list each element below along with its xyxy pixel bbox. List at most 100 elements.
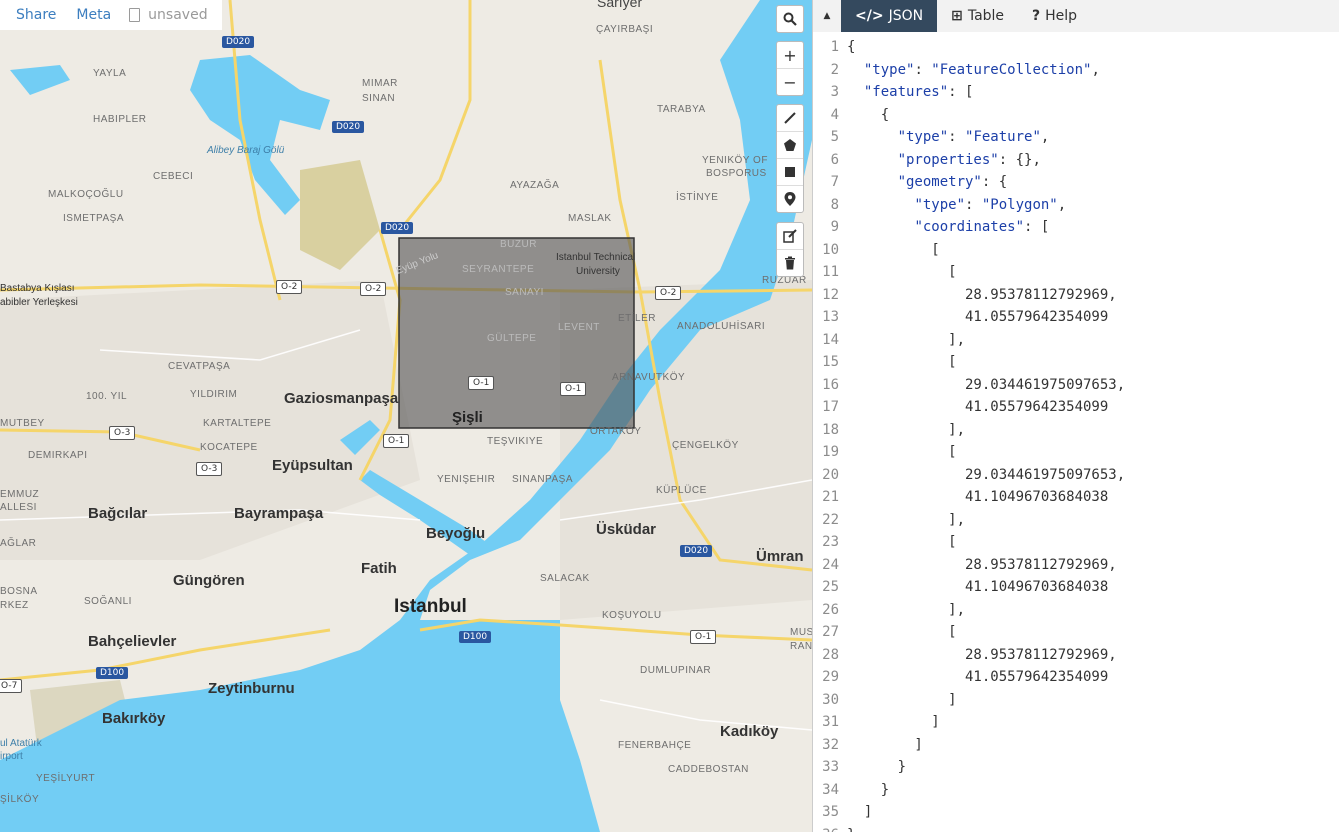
label-tesvikiye: TEŞVIKIYE — [487, 436, 544, 447]
code-line: 10 [ — [813, 239, 1339, 262]
code-text: [ — [847, 624, 957, 640]
road-shield: O-1 — [560, 382, 587, 396]
label-mutbey: MUTBEY — [0, 418, 45, 429]
code-line: 24 28.95378112792969, — [813, 554, 1339, 577]
label-dumlupinar: DUMLUPINAR — [640, 665, 712, 676]
code-text: } — [847, 759, 907, 775]
draw-line-icon[interactable] — [777, 105, 803, 132]
code-text: "features": [ — [863, 84, 974, 100]
line-number: 8 — [830, 196, 839, 213]
label-ismetpasa: ISMETPAŞA — [63, 213, 124, 224]
tab-json[interactable]: </> JSON — [841, 0, 938, 32]
label-sinan: SINAN — [362, 93, 396, 104]
code-icon: </> — [855, 8, 884, 24]
draw-rectangle-icon[interactable] — [777, 159, 803, 186]
code-text: "type": "Feature", — [897, 129, 1050, 145]
save-status: unsaved — [111, 7, 208, 23]
code-line: 21 41.10496703684038 — [813, 486, 1339, 509]
search-control[interactable] — [776, 5, 804, 33]
code-line: 27 [ — [813, 621, 1339, 644]
label-alibey-lake: Alibey Baraj Gölü — [207, 145, 285, 156]
line-number: 15 — [822, 354, 839, 370]
line-number: 27 — [822, 624, 839, 640]
label-sanayi: SANAYI — [505, 287, 544, 298]
city-eyupsultan: Eyüpsultan — [272, 457, 353, 474]
label-bosna: BOSNA — [0, 586, 38, 597]
poi-ataturk: ul Atatürk — [0, 738, 42, 749]
city-bayrampasa: Bayrampaşa — [234, 505, 324, 522]
city-zeytinburnu: Zeytinburnu — [208, 680, 295, 697]
code-line: 1{ — [813, 36, 1339, 59]
zoom-out-button[interactable]: − — [777, 69, 803, 95]
code-line: 19 [ — [813, 441, 1339, 464]
code-text: ] — [847, 714, 940, 730]
zoom-in-button[interactable]: + — [777, 42, 803, 69]
city-istanbul: Istanbul — [394, 596, 467, 617]
line-number: 13 — [822, 309, 839, 325]
line-number: 7 — [830, 174, 839, 190]
line-number: 4 — [830, 106, 839, 123]
line-number: 11 — [822, 264, 839, 280]
line-number: 2 — [830, 61, 839, 78]
poi-abibler: abibler Yerleşkesi — [0, 297, 78, 308]
label-ayazaga: AYAZAĞA — [510, 180, 560, 191]
collapse-icon[interactable]: ▲ — [813, 0, 841, 32]
code-line: 23 [ — [813, 531, 1339, 554]
line-number: 10 — [822, 241, 839, 258]
code-line: 7 "geometry": { — [813, 171, 1339, 194]
code-line: 26 ], — [813, 599, 1339, 622]
road-shield: O-1 — [383, 434, 410, 448]
code-line: 29 41.05579642354099 — [813, 666, 1339, 689]
label-yildirim: YILDIRIM — [190, 389, 238, 400]
city-umraniye: Ümran — [756, 548, 804, 565]
label-anadoluhisari: ANADOLUHİSARI — [677, 321, 766, 332]
poi-airport: irport — [0, 751, 23, 762]
city-beyoglu: Beyoğlu — [426, 525, 486, 542]
json-editor[interactable]: 1{2 "type": "FeatureCollection", 3 "featu… — [813, 36, 1339, 832]
code-line: 12 28.95378112792969, — [813, 284, 1339, 307]
label-ran: RAN — [790, 641, 812, 652]
tab-table[interactable]: ⊞ Table — [937, 0, 1018, 32]
code-text: 41.10496703684038 — [847, 579, 1109, 595]
draw-marker-icon[interactable] — [777, 186, 803, 212]
code-line: 25 41.10496703684038 — [813, 576, 1339, 599]
city-bakirkoy: Bakırköy — [102, 710, 166, 727]
code-text: ], — [847, 421, 966, 438]
code-text: [ — [847, 264, 957, 280]
poi-itu-2: University — [576, 266, 620, 277]
road-shield: O-2 — [655, 286, 682, 300]
meta-button[interactable]: Meta — [56, 7, 111, 23]
tab-help[interactable]: ? Help — [1018, 0, 1091, 32]
label-rkez: RKEZ — [0, 600, 29, 611]
code-line: 32 ] — [813, 734, 1339, 757]
label-bosporus: BOSPORUS — [706, 168, 767, 179]
label-yesilyurt: YEŞİLYURT — [36, 773, 96, 784]
trash-icon[interactable] — [777, 250, 803, 276]
road-shield: D020 — [332, 121, 365, 133]
map-topbar: Share Meta unsaved — [0, 0, 222, 30]
edit-icon[interactable] — [777, 223, 803, 250]
road-shield: O-2 — [276, 280, 303, 294]
code-text: 29.034461975097653, — [847, 376, 1126, 393]
line-number: 6 — [830, 151, 839, 168]
label-silkoy: ŞİLKÖY — [0, 794, 40, 805]
road-shield: O-7 — [0, 679, 23, 693]
label-soganli: SOĞANLI — [84, 596, 132, 607]
line-number: 17 — [822, 399, 839, 415]
line-number: 23 — [822, 534, 839, 550]
label-istinye: İSTİNYE — [676, 192, 719, 203]
line-number: 19 — [822, 444, 839, 460]
road-shield: D100 — [96, 667, 129, 679]
map-view[interactable]: Sarıyer YAYLA MIMAR SINAN HABIPLER Alibe… — [0, 0, 812, 832]
code-text: ] — [847, 736, 923, 753]
search-icon[interactable] — [777, 6, 803, 32]
code-text: ], — [847, 511, 966, 528]
road-shield: D020 — [381, 222, 414, 234]
line-number: 32 — [822, 736, 839, 753]
label-tarabya: TARABYA — [657, 104, 706, 115]
share-button[interactable]: Share — [0, 7, 56, 23]
road-shield: O-2 — [360, 282, 387, 296]
poi-bastabya: Bastabya Kışlası — [0, 283, 75, 294]
label-caddebostan: CADDEBOSTAN — [668, 764, 749, 775]
draw-polygon-icon[interactable] — [777, 132, 803, 159]
